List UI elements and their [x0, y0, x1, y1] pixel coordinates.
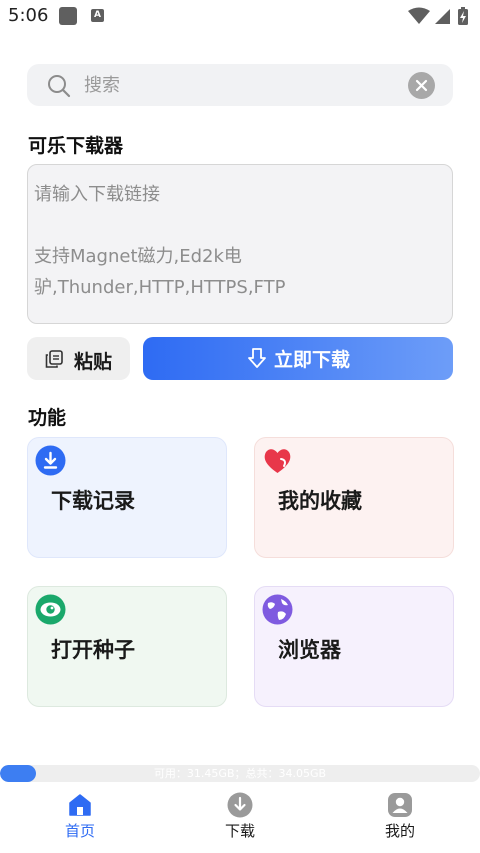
download-now-button[interactable]: 立即下载	[143, 337, 453, 380]
paste-icon	[44, 349, 64, 373]
status-time: 5:06	[8, 5, 49, 26]
nav-label-mine: 我的	[384, 822, 415, 840]
notification-icon	[59, 7, 77, 25]
search-input[interactable]	[84, 64, 384, 106]
close-icon	[415, 79, 428, 92]
features-title: 功能	[28, 407, 67, 429]
nav-label-download: 下载	[224, 822, 255, 840]
status-bar: 5:06 A	[0, 0, 480, 34]
download-link-input[interactable]	[27, 164, 453, 324]
eye-icon	[35, 594, 66, 625]
download-now-label: 立即下载	[273, 349, 350, 371]
paste-label: 粘贴	[74, 351, 113, 373]
user-icon	[387, 792, 413, 818]
clear-search-button[interactable]	[408, 72, 435, 99]
search-icon	[47, 74, 71, 102]
storage-bar: 可用：31.45GB；总共：34.05GB	[0, 765, 480, 782]
search-bar[interactable]	[27, 64, 453, 106]
downloader-title: 可乐下载器	[28, 135, 124, 157]
card-label: 打开种子	[51, 638, 135, 662]
download-icon	[227, 792, 253, 818]
paste-button[interactable]: 粘贴	[27, 337, 130, 380]
download-circle-icon	[35, 445, 66, 476]
heart-icon	[262, 445, 293, 476]
open-torrent-card[interactable]: 打开种子	[27, 586, 227, 707]
globe-icon	[262, 594, 293, 625]
my-favorites-card[interactable]: 我的收藏	[254, 437, 454, 558]
card-label: 浏览器	[278, 638, 341, 662]
nav-item-home[interactable]: 首页	[20, 785, 140, 853]
bottom-nav: 首页 下载 我的	[0, 785, 480, 853]
app-notification-icon: A	[91, 9, 104, 22]
nav-item-download[interactable]: 下载	[180, 785, 300, 853]
card-label: 我的收藏	[278, 489, 362, 513]
browser-card[interactable]: 浏览器	[254, 586, 454, 707]
download-arrow-icon	[248, 347, 266, 368]
nav-item-mine[interactable]: 我的	[340, 785, 460, 853]
nav-label-home: 首页	[64, 822, 95, 840]
home-icon	[67, 792, 93, 818]
status-icons	[408, 7, 472, 25]
card-label: 下载记录	[51, 489, 135, 513]
download-records-card[interactable]: 下载记录	[27, 437, 227, 558]
storage-text: 可用：31.45GB；总共：34.05GB	[153, 767, 327, 780]
signal-battery-icon	[408, 7, 468, 25]
